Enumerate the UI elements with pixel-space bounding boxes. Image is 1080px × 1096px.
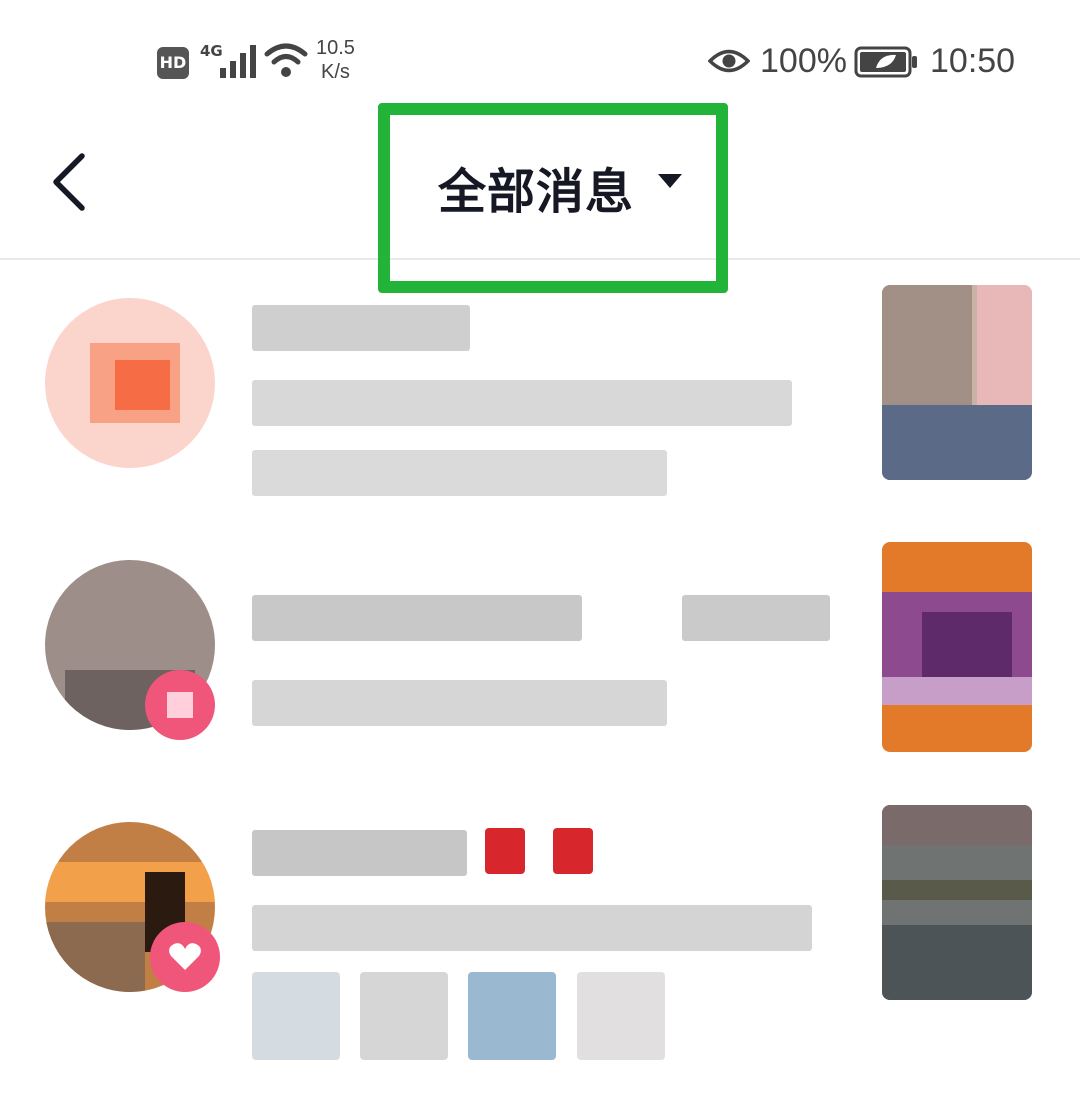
message-time — [252, 680, 667, 726]
message-row[interactable] — [0, 280, 1080, 530]
header: 全部消息 — [0, 103, 1080, 293]
emoji — [485, 828, 525, 874]
sender-name — [252, 305, 470, 351]
sender-name — [252, 595, 582, 641]
speed-unit: K/s — [321, 61, 350, 83]
message-preview — [252, 905, 812, 951]
status-bar: HD 4G 10.5 K/s 100% 10:50 — [0, 0, 1080, 120]
signal-icon — [220, 45, 256, 78]
like-badge — [150, 922, 220, 992]
message-action — [682, 595, 830, 641]
like-badge — [145, 670, 215, 740]
network-speed: 10.5 K/s — [316, 36, 355, 84]
post-thumbnail[interactable] — [882, 285, 1032, 480]
emoji — [553, 828, 593, 874]
emoji — [360, 972, 448, 1060]
caret-down-icon[interactable] — [656, 172, 684, 190]
sender-name — [252, 830, 467, 876]
eye-comfort-icon — [708, 49, 750, 73]
emoji — [577, 972, 665, 1060]
avatar[interactable] — [45, 298, 215, 468]
message-row[interactable] — [0, 540, 1080, 790]
heart-icon — [169, 943, 201, 970]
battery-percent: 100% — [760, 42, 847, 80]
battery-icon — [854, 46, 917, 78]
message-time — [252, 450, 667, 496]
post-thumbnail[interactable] — [882, 542, 1032, 752]
page-title-dropdown[interactable]: 全部消息 — [438, 152, 634, 222]
wifi-icon — [264, 43, 308, 77]
chevron-left-icon — [53, 153, 85, 211]
emoji — [252, 972, 340, 1060]
message-preview — [252, 380, 792, 426]
post-thumbnail[interactable] — [882, 805, 1032, 1000]
emoji — [468, 972, 556, 1060]
back-button[interactable] — [40, 150, 100, 214]
hd-indicator: HD — [157, 47, 189, 79]
clock: 10:50 — [930, 42, 1016, 80]
message-row[interactable] — [0, 800, 1080, 1060]
speed-value: 10.5 — [316, 37, 355, 59]
